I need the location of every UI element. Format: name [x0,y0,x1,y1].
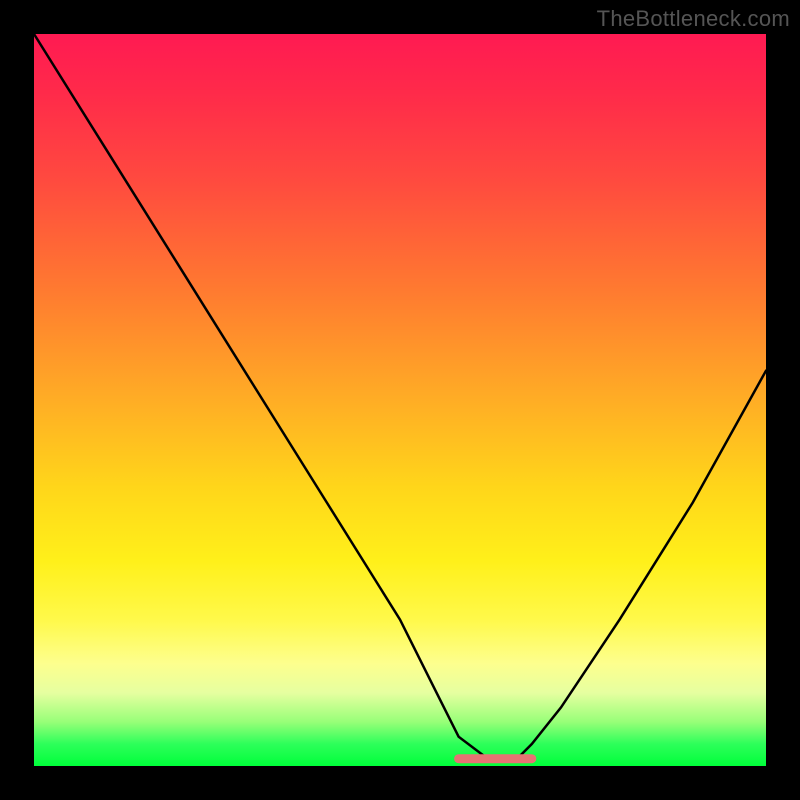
bottleneck-curve [34,34,766,766]
watermark-text: TheBottleneck.com [597,6,790,32]
chart-container: TheBottleneck.com [0,0,800,800]
plot-area [34,34,766,766]
